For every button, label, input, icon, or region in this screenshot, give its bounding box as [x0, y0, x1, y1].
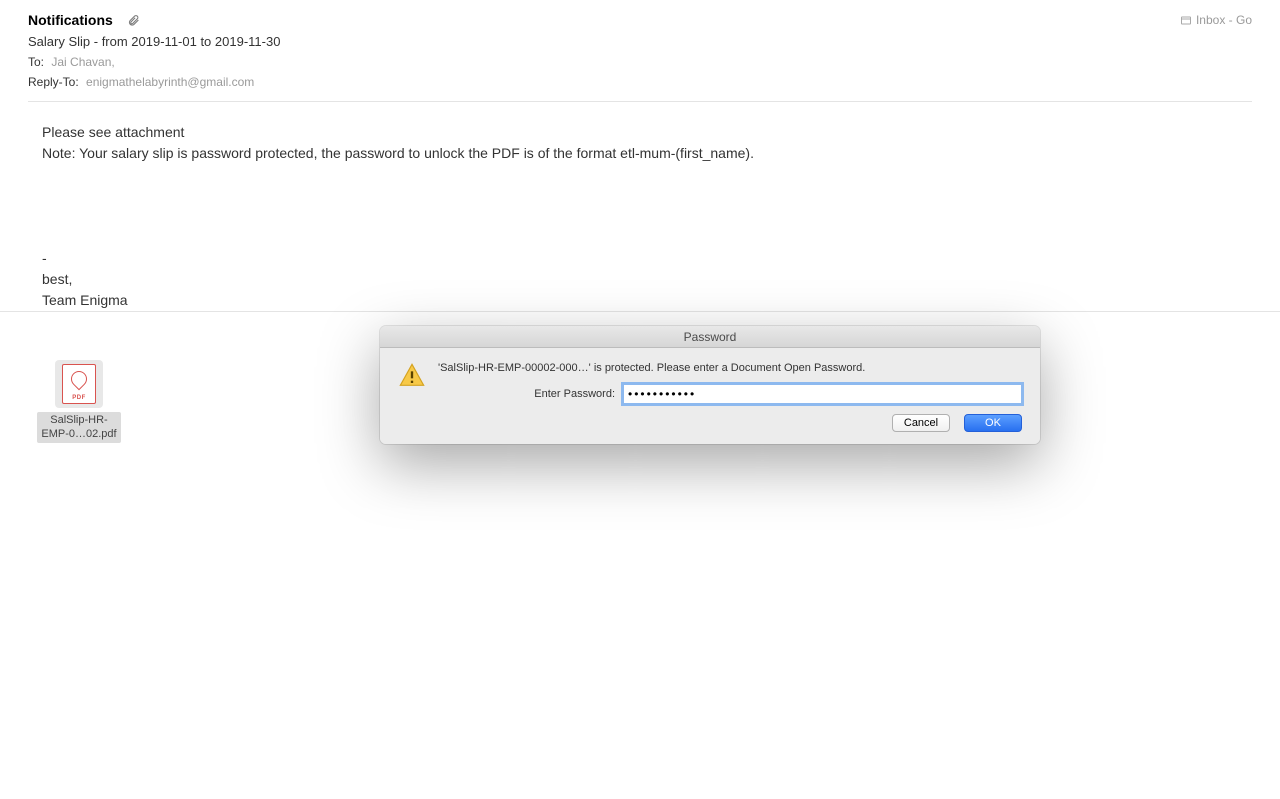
pdf-badge: PDF [72, 395, 86, 401]
attachment-pdf[interactable]: PDF SalSlip-HR- EMP-0…02.pdf [34, 360, 124, 443]
dialog-titlebar[interactable]: Password [380, 326, 1040, 348]
folder-icon [1180, 14, 1192, 26]
signature-line: best, [42, 269, 1252, 290]
to-value: Jai Chavan, [51, 55, 114, 69]
password-dialog: Password 'SalSlip-HR-EMP-00002-000…' is … [380, 326, 1040, 444]
reply-to-label: Reply-To: [28, 75, 79, 89]
dialog-message: 'SalSlip-HR-EMP-00002-000…' is protected… [438, 362, 1022, 374]
email-subject: Salary Slip - from 2019-11-01 to 2019-11… [28, 34, 1252, 49]
pdf-thumbnail: PDF [55, 360, 103, 408]
reply-to-value: enigmathelabyrinth@gmail.com [86, 75, 254, 89]
to-label: To: [28, 55, 44, 69]
signature-dash: - [42, 248, 1252, 269]
warning-icon [398, 362, 426, 390]
signature-line: Team Enigma [42, 290, 1252, 311]
cancel-button[interactable]: Cancel [892, 414, 950, 432]
body-line: Please see attachment [42, 122, 1252, 143]
password-input[interactable] [623, 384, 1022, 404]
body-line: Note: Your salary slip is password prote… [42, 143, 1252, 164]
folder-breadcrumb: Inbox - Go [1180, 13, 1252, 27]
attachment-filename: SalSlip-HR- EMP-0…02.pdf [37, 412, 120, 443]
paperclip-icon [127, 14, 140, 27]
email-body: Please see attachment Note: Your salary … [0, 102, 1280, 311]
sender-name: Notifications [28, 12, 113, 28]
ok-button[interactable]: OK [964, 414, 1022, 432]
folder-path: Inbox - Go [1196, 13, 1252, 27]
password-label: Enter Password: [438, 388, 615, 400]
